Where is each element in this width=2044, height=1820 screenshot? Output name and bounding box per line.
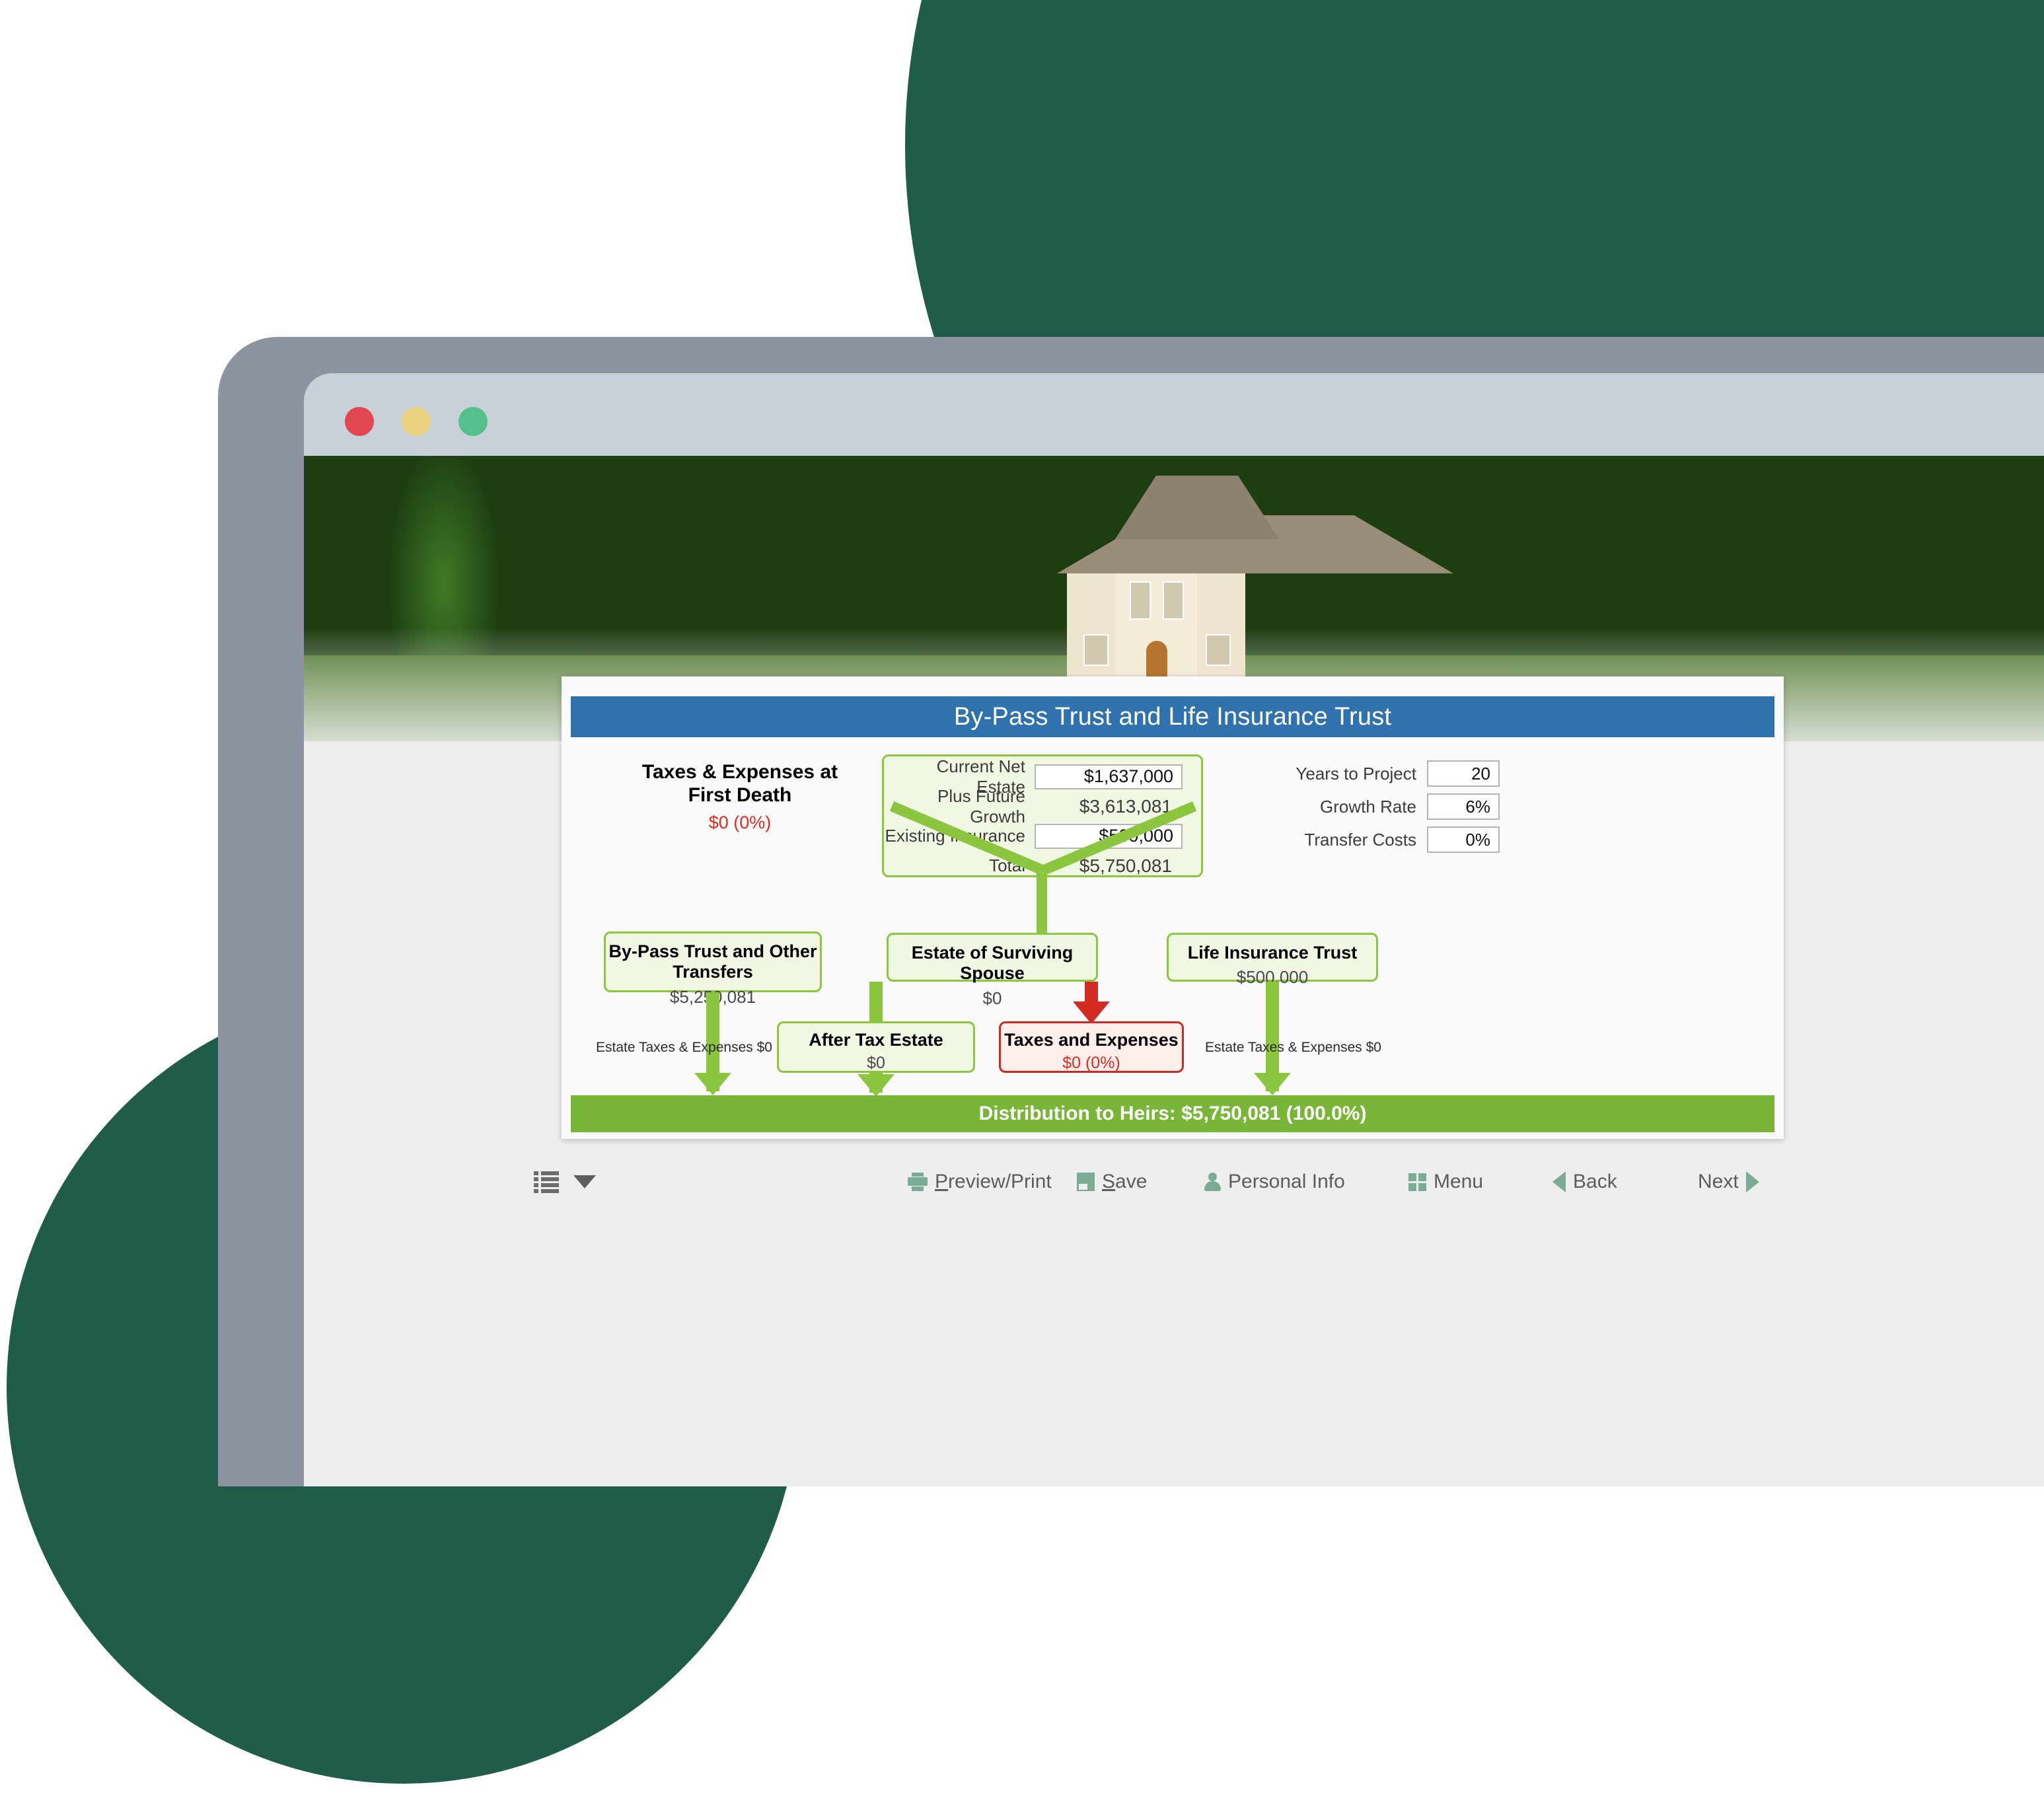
arrow-lit-to-heirs-head bbox=[1254, 1073, 1291, 1095]
box-bypass-trust: By-Pass Trust and Other Transfers $5,250… bbox=[604, 931, 822, 1007]
save-icon bbox=[1077, 1173, 1095, 1191]
next-label: Next bbox=[1698, 1171, 1739, 1192]
first-death-title-line2: First Death bbox=[688, 783, 792, 806]
assumption-row-growth-rate: Growth Rate 6% bbox=[1222, 790, 1500, 823]
estate-summary-box: Current Net Estate $1,637,000 Plus Futur… bbox=[882, 754, 1203, 877]
window-minimize-button[interactable] bbox=[402, 407, 431, 436]
person-icon bbox=[1204, 1173, 1221, 1191]
menu-label: Menu bbox=[1434, 1171, 1484, 1192]
growth-rate-input[interactable]: 6% bbox=[1427, 793, 1500, 820]
assumption-label-transfer-costs: Transfer Costs bbox=[1304, 829, 1416, 850]
window-zoom-button[interactable] bbox=[458, 407, 488, 436]
assumption-label-years-to-project: Years to Project bbox=[1296, 763, 1416, 783]
box-taxes-and-expenses-title: Taxes and Expenses bbox=[1004, 1030, 1179, 1050]
triangle-right-icon bbox=[1745, 1171, 1759, 1192]
arrow-spouse-to-taxes-head bbox=[1073, 1001, 1110, 1024]
preview-print-button[interactable]: Preview/Print bbox=[908, 1171, 1052, 1193]
box-after-tax-estate-value: $0 bbox=[867, 1054, 885, 1072]
save-button[interactable]: Save bbox=[1077, 1171, 1147, 1193]
next-button[interactable]: Next bbox=[1698, 1171, 1759, 1193]
first-death-title-line1: Taxes & Expenses at bbox=[641, 761, 838, 783]
arrow-aftertax-to-heirs-head bbox=[858, 1074, 894, 1097]
box-life-insurance-trust: Life Insurance Trust $500,000 bbox=[1167, 933, 1378, 987]
diagram-header-title: By-Pass Trust and Life Insurance Trust bbox=[571, 696, 1774, 737]
menu-button[interactable]: Menu bbox=[1408, 1171, 1483, 1193]
box-taxes-and-expenses: Taxes and Expenses $0 (0%) bbox=[999, 1021, 1184, 1073]
box-after-tax-estate: After Tax Estate $0 bbox=[777, 1021, 975, 1073]
arrow-spouse-to-aftertax-stem bbox=[869, 982, 883, 1024]
arrow-bypass-to-heirs-head bbox=[694, 1073, 731, 1095]
transfer-costs-input[interactable]: 0% bbox=[1427, 826, 1500, 853]
current-net-estate-input[interactable]: $1,637,000 bbox=[1035, 764, 1183, 789]
app-viewport: By-Pass Trust and Life Insurance Trust T… bbox=[304, 456, 2044, 1486]
window-close-button[interactable] bbox=[345, 407, 374, 436]
box-taxes-and-expenses-value: $0 (0%) bbox=[1062, 1054, 1120, 1072]
box-after-tax-estate-title: After Tax Estate bbox=[809, 1030, 943, 1050]
side-label-estate-taxes-right: Estate Taxes & Expenses $0 bbox=[1205, 1040, 1381, 1055]
box-life-insurance-trust-title: Life Insurance Trust bbox=[1187, 943, 1358, 963]
first-death-summary: Taxes & Expenses at First Death $0 (0%) bbox=[601, 761, 879, 833]
assumption-row-years-to-project: Years to Project 20 bbox=[1222, 757, 1500, 790]
triangle-left-icon bbox=[1552, 1171, 1566, 1192]
box-bypass-trust-title: By-Pass Trust and Other Transfers bbox=[608, 941, 817, 982]
first-death-title: Taxes & Expenses at First Death bbox=[601, 761, 879, 807]
assumptions-panel: Years to Project 20 Growth Rate 6% Trans… bbox=[1222, 757, 1500, 856]
save-label: Save bbox=[1102, 1171, 1148, 1192]
assumption-row-transfer-costs: Transfer Costs 0% bbox=[1222, 823, 1500, 856]
printer-icon bbox=[908, 1173, 928, 1191]
back-label: Back bbox=[1573, 1171, 1617, 1192]
hero-house bbox=[1031, 476, 1453, 694]
grid-icon bbox=[1408, 1173, 1426, 1191]
personal-info-button[interactable]: Personal Info bbox=[1204, 1171, 1345, 1193]
bottom-toolbar: Preview/Print Save Personal Info Menu Ba… bbox=[304, 1156, 2044, 1229]
connector-to-surviving-spouse bbox=[1037, 873, 1047, 934]
box-surviving-spouse-title: Estate of Surviving Spouse bbox=[911, 943, 1074, 984]
first-death-value: $0 (0%) bbox=[708, 812, 772, 832]
back-button[interactable]: Back bbox=[1552, 1171, 1617, 1193]
personal-info-label: Personal Info bbox=[1228, 1171, 1345, 1192]
years-to-project-input[interactable]: 20 bbox=[1427, 760, 1500, 787]
side-label-estate-taxes-left: Estate Taxes & Expenses $0 bbox=[596, 1040, 772, 1055]
preview-print-label: Preview/Print bbox=[935, 1171, 1052, 1192]
assumption-label-growth-rate: Growth Rate bbox=[1320, 796, 1416, 817]
browser-title-bar bbox=[304, 373, 2044, 456]
box-surviving-spouse-value: $0 bbox=[982, 988, 1002, 1008]
box-surviving-spouse: Estate of Surviving Spouse $0 bbox=[887, 933, 1098, 1008]
distribution-to-heirs-bar: Distribution to Heirs: $5,750,081 (100.0… bbox=[571, 1095, 1774, 1132]
